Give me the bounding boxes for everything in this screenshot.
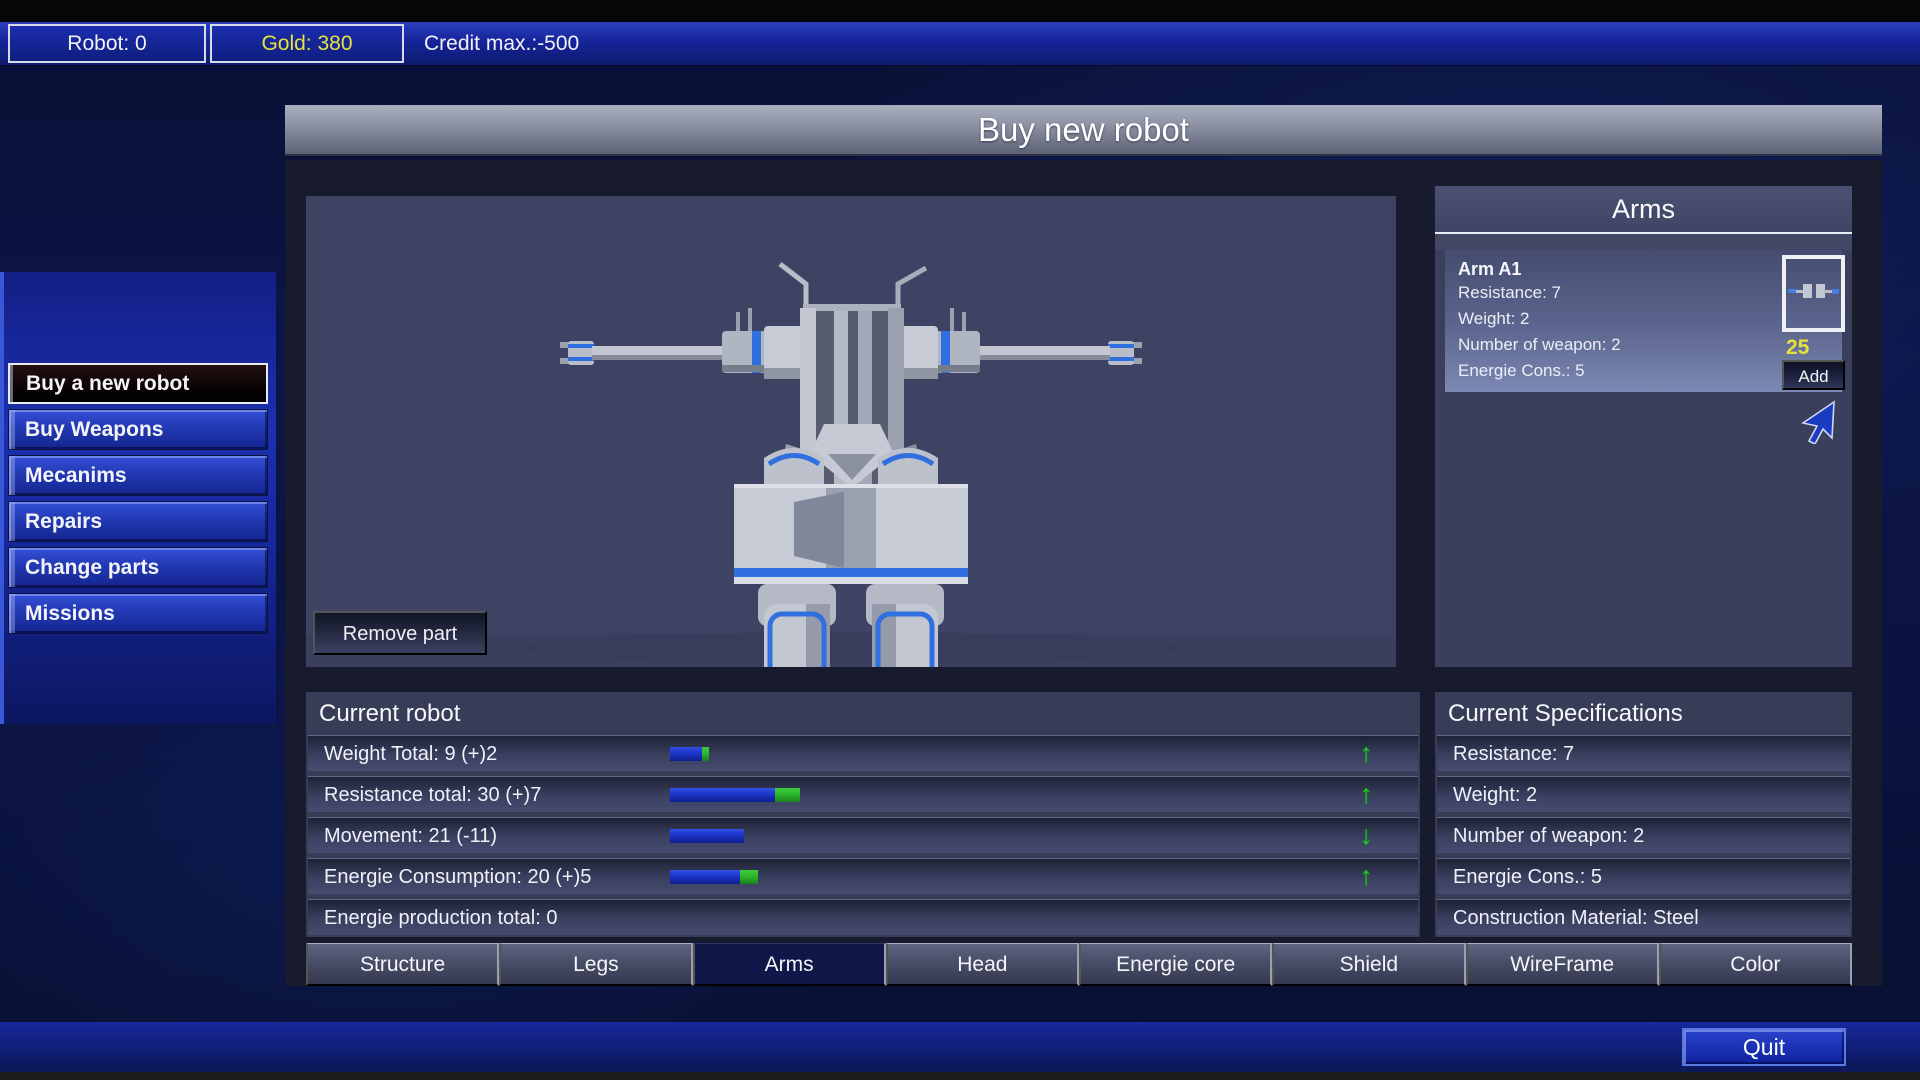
top-black-strip <box>0 0 1920 22</box>
stat-row: Movement: 21 (-11) ↓ <box>308 817 1418 853</box>
spec-label: Resistance: 7 <box>1453 736 1574 772</box>
tab-label: Legs <box>573 953 619 976</box>
stat-bar <box>670 829 744 843</box>
stat-bar <box>670 788 800 802</box>
trend-arrow-icon: ↑ <box>1360 736 1374 770</box>
bottom-black-strip <box>0 1072 1920 1080</box>
robot-count-box: Robot: 0 <box>8 24 206 63</box>
sidebar-item-label: Repairs <box>25 510 102 533</box>
sidebar-menu: Buy a new robot Buy Weapons Mecanims Rep… <box>8 363 268 634</box>
sidebar-item-label: Buy Weapons <box>25 418 163 441</box>
spec-row: Construction Material: Steel <box>1437 899 1850 935</box>
sidebar-item[interactable]: Buy a new robot <box>8 363 268 404</box>
spec-label: Weight: 2 <box>1453 777 1537 813</box>
stat-bar-base <box>670 747 702 761</box>
sidebar-item[interactable]: Mecanims <box>8 455 268 496</box>
stat-bar-base <box>670 788 775 802</box>
stat-bar <box>670 747 709 761</box>
spec-label: Construction Material: Steel <box>1453 900 1699 936</box>
sidebar-item[interactable]: Change parts <box>8 547 268 588</box>
stat-label: Weight Total: 9 (+)2 <box>324 736 497 772</box>
sidebar-item[interactable]: Missions <box>8 593 268 634</box>
stat-bar <box>670 870 758 884</box>
current-robot-panel: Current robot Weight Total: 9 (+)2 ↑ Res… <box>306 692 1420 937</box>
part-tab[interactable]: Shield <box>1272 943 1465 986</box>
part-tab[interactable]: Head <box>886 943 1079 986</box>
stat-bar-base <box>670 870 740 884</box>
part-tab[interactable]: WireFrame <box>1466 943 1659 986</box>
tab-label: WireFrame <box>1510 953 1614 976</box>
stat-label: Resistance total: 30 (+)7 <box>324 777 541 813</box>
spec-row: Energie Cons.: 5 <box>1437 858 1850 894</box>
shop-panel-title: Arms <box>1435 186 1852 232</box>
robot-preview <box>306 196 1396 667</box>
part-tab[interactable]: Energie core <box>1079 943 1272 986</box>
tab-label: Arms <box>765 953 814 976</box>
spec-label: Number of weapon: 2 <box>1453 818 1644 854</box>
spec-row: Number of weapon: 2 <box>1437 817 1850 853</box>
stat-row: Weight Total: 9 (+)2 ↑ <box>308 735 1418 771</box>
tab-label: Shield <box>1340 953 1398 976</box>
specifications-panel: Current Specifications Resistance: 7 Wei… <box>1435 692 1852 937</box>
specifications-title: Current Specifications <box>1435 692 1852 730</box>
stat-label: Energie Consumption: 20 (+)5 <box>324 859 591 895</box>
trend-arrow-icon: ↓ <box>1360 818 1374 852</box>
stat-bar-bonus <box>702 747 709 761</box>
part-tab[interactable]: Arms <box>693 943 886 986</box>
robot-viewport[interactable]: Remove part <box>306 196 1396 667</box>
spec-label: Energie Cons.: 5 <box>1453 859 1602 895</box>
sidebar-item-label: Buy a new robot <box>26 372 189 395</box>
shop-item-card[interactable]: Arm A1 Resistance: 7 Weight: 2 Number of… <box>1445 250 1842 392</box>
stat-row: Energie production total: 0 <box>308 899 1418 935</box>
spec-row: Resistance: 7 <box>1437 735 1850 771</box>
sidebar-item[interactable]: Repairs <box>8 501 268 542</box>
tab-label: Structure <box>360 953 445 976</box>
remove-part-button[interactable]: Remove part <box>313 611 487 655</box>
part-tabbar: Structure Legs Arms Head Energie core Sh… <box>306 943 1852 986</box>
page-title: Buy new robot <box>285 105 1882 156</box>
add-button[interactable]: Add <box>1782 360 1845 390</box>
game-screen: Robot: 0 Gold: 380 Credit max.:-500 Buy … <box>0 0 1920 1080</box>
bottom-bar: Quit <box>0 1022 1920 1072</box>
tab-label: Energie core <box>1116 953 1235 976</box>
stat-bar-base <box>670 829 744 843</box>
stat-bar-bonus <box>740 870 758 884</box>
gold-box: Gold: 380 <box>210 24 404 63</box>
trend-arrow-icon: ↑ <box>1360 859 1374 893</box>
item-thumbnail <box>1782 255 1845 332</box>
sidebar-item[interactable]: Buy Weapons <box>8 409 268 450</box>
spec-row: Weight: 2 <box>1437 776 1850 812</box>
part-tab[interactable]: Color <box>1659 943 1852 986</box>
quit-button[interactable]: Quit <box>1682 1028 1846 1066</box>
sidebar-item-label: Mecanims <box>25 464 127 487</box>
part-tab[interactable]: Structure <box>306 943 499 986</box>
trend-arrow-icon: ↑ <box>1360 777 1374 811</box>
tab-label: Color <box>1730 953 1780 976</box>
spacer <box>1435 234 1852 250</box>
shop-panel: Arms Arm A1 Resistance: 7 Weight: 2 Numb… <box>1435 186 1852 667</box>
tab-label: Head <box>957 953 1007 976</box>
stat-row: Resistance total: 30 (+)7 ↑ <box>308 776 1418 812</box>
sidebar-item-label: Missions <box>25 602 115 625</box>
sidebar-item-label: Change parts <box>25 556 159 579</box>
item-price: 25 <box>1786 336 1809 360</box>
stat-label: Energie production total: 0 <box>324 900 558 936</box>
credit-max-label: Credit max.:-500 <box>424 24 579 63</box>
stat-bar-bonus <box>775 788 800 802</box>
item-stat: Number of weapon: 2 <box>1445 332 1842 358</box>
mouse-cursor-icon <box>1798 400 1838 444</box>
part-tab[interactable]: Legs <box>499 943 692 986</box>
stat-row: Energie Consumption: 20 (+)5 ↑ <box>308 858 1418 894</box>
stat-label: Movement: 21 (-11) <box>324 818 497 854</box>
resource-bar: Robot: 0 Gold: 380 Credit max.:-500 <box>0 22 1920 66</box>
current-robot-title: Current robot <box>306 692 1420 730</box>
